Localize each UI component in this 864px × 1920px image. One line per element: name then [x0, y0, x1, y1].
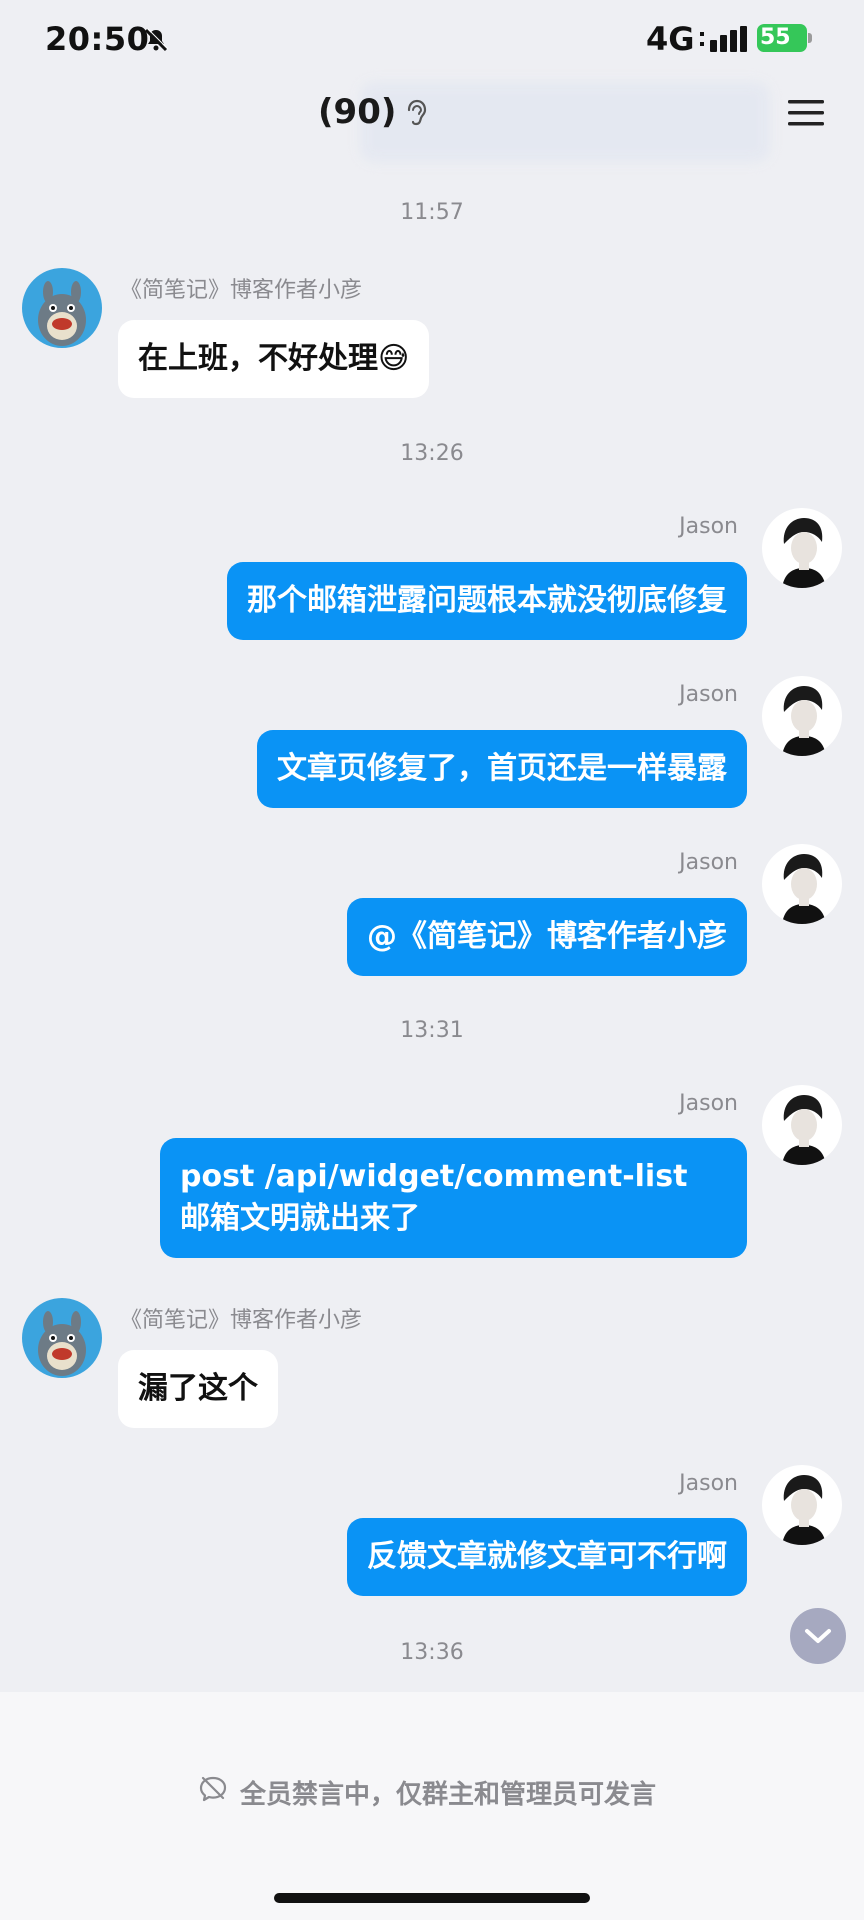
avatar-jason[interactable]	[762, 1465, 842, 1545]
portrait-avatar-icon	[762, 1085, 842, 1165]
avatar-jason[interactable]	[762, 844, 842, 924]
totoro-avatar-icon	[22, 268, 102, 348]
sender-name: Jason	[679, 514, 738, 539]
signal-icon	[700, 26, 747, 52]
message-bubble-outgoing[interactable]: 那个邮箱泄露问题根本就没彻底修复	[227, 562, 747, 640]
sender-name: Jason	[679, 682, 738, 707]
group-member-count[interactable]: (90)	[318, 92, 396, 132]
sender-name: 《简笔记》博客作者小彦	[120, 278, 363, 303]
message-text: 在上班，不好处理	[138, 341, 378, 376]
message-text: 文章页修复了，首页还是一样暴露	[277, 751, 727, 786]
message-bubble-outgoing[interactable]: post /api/widget/comment-list 邮箱文明就出来了	[160, 1138, 747, 1258]
timestamp: 13:36	[400, 1640, 464, 1665]
message-bubble-outgoing[interactable]: @《简笔记》博客作者小彦	[347, 898, 747, 976]
scroll-to-bottom-button[interactable]	[790, 1608, 846, 1664]
avatar-jason[interactable]	[762, 676, 842, 756]
sweat-smile-emoji: 😅	[378, 341, 410, 376]
portrait-avatar-icon	[762, 1465, 842, 1545]
ear-icon	[407, 99, 427, 126]
avatar-totoro[interactable]	[22, 268, 102, 348]
mention-text: @《简笔记》博客作者小彦	[367, 919, 727, 954]
message-text: 漏了这个	[138, 1371, 258, 1406]
message-text-line-2: 邮箱文明就出来了	[180, 1201, 420, 1236]
message-bubble-incoming[interactable]: 在上班，不好处理😅	[118, 320, 430, 398]
avatar-jason[interactable]	[762, 508, 842, 588]
status-time: 20:50	[45, 20, 150, 58]
portrait-avatar-icon	[762, 844, 842, 924]
network-type: 4G	[646, 20, 695, 58]
timestamp: 13:26	[400, 441, 464, 466]
timestamp: 13:31	[400, 1018, 464, 1043]
battery-level: 55	[760, 25, 791, 50]
avatar-jason[interactable]	[762, 1085, 842, 1165]
home-indicator[interactable]	[274, 1893, 590, 1903]
message-text: 那个邮箱泄露问题根本就没彻底修复	[247, 583, 727, 618]
sender-name: Jason	[679, 1091, 738, 1116]
message-text: 反馈文章就修文章可不行啊	[367, 1539, 727, 1574]
message-bubble-outgoing[interactable]: 文章页修复了，首页还是一样暴露	[257, 730, 747, 808]
mute-notice: 全员禁言中，仅群主和管理员可发言	[240, 1780, 657, 1810]
portrait-avatar-icon	[762, 676, 842, 756]
sender-name: Jason	[679, 850, 738, 875]
menu-icon[interactable]	[786, 96, 826, 130]
portrait-avatar-icon	[762, 508, 842, 588]
message-text-line-1: post /api/widget/comment-list	[180, 1159, 688, 1194]
message-bubble-outgoing[interactable]: 反馈文章就修文章可不行啊	[347, 1518, 747, 1596]
sender-name: 《简笔记》博客作者小彦	[120, 1308, 363, 1333]
avatar-totoro[interactable]	[22, 1298, 102, 1378]
mute-speech-icon	[199, 1776, 227, 1802]
battery-icon: 55	[757, 24, 813, 52]
chevron-down-icon	[805, 1629, 831, 1643]
totoro-avatar-icon	[22, 1298, 102, 1378]
sender-name: Jason	[679, 1471, 738, 1496]
bell-muted-icon	[144, 28, 169, 52]
message-bubble-incoming[interactable]: 漏了这个	[118, 1350, 278, 1428]
timestamp: 11:57	[400, 200, 464, 225]
